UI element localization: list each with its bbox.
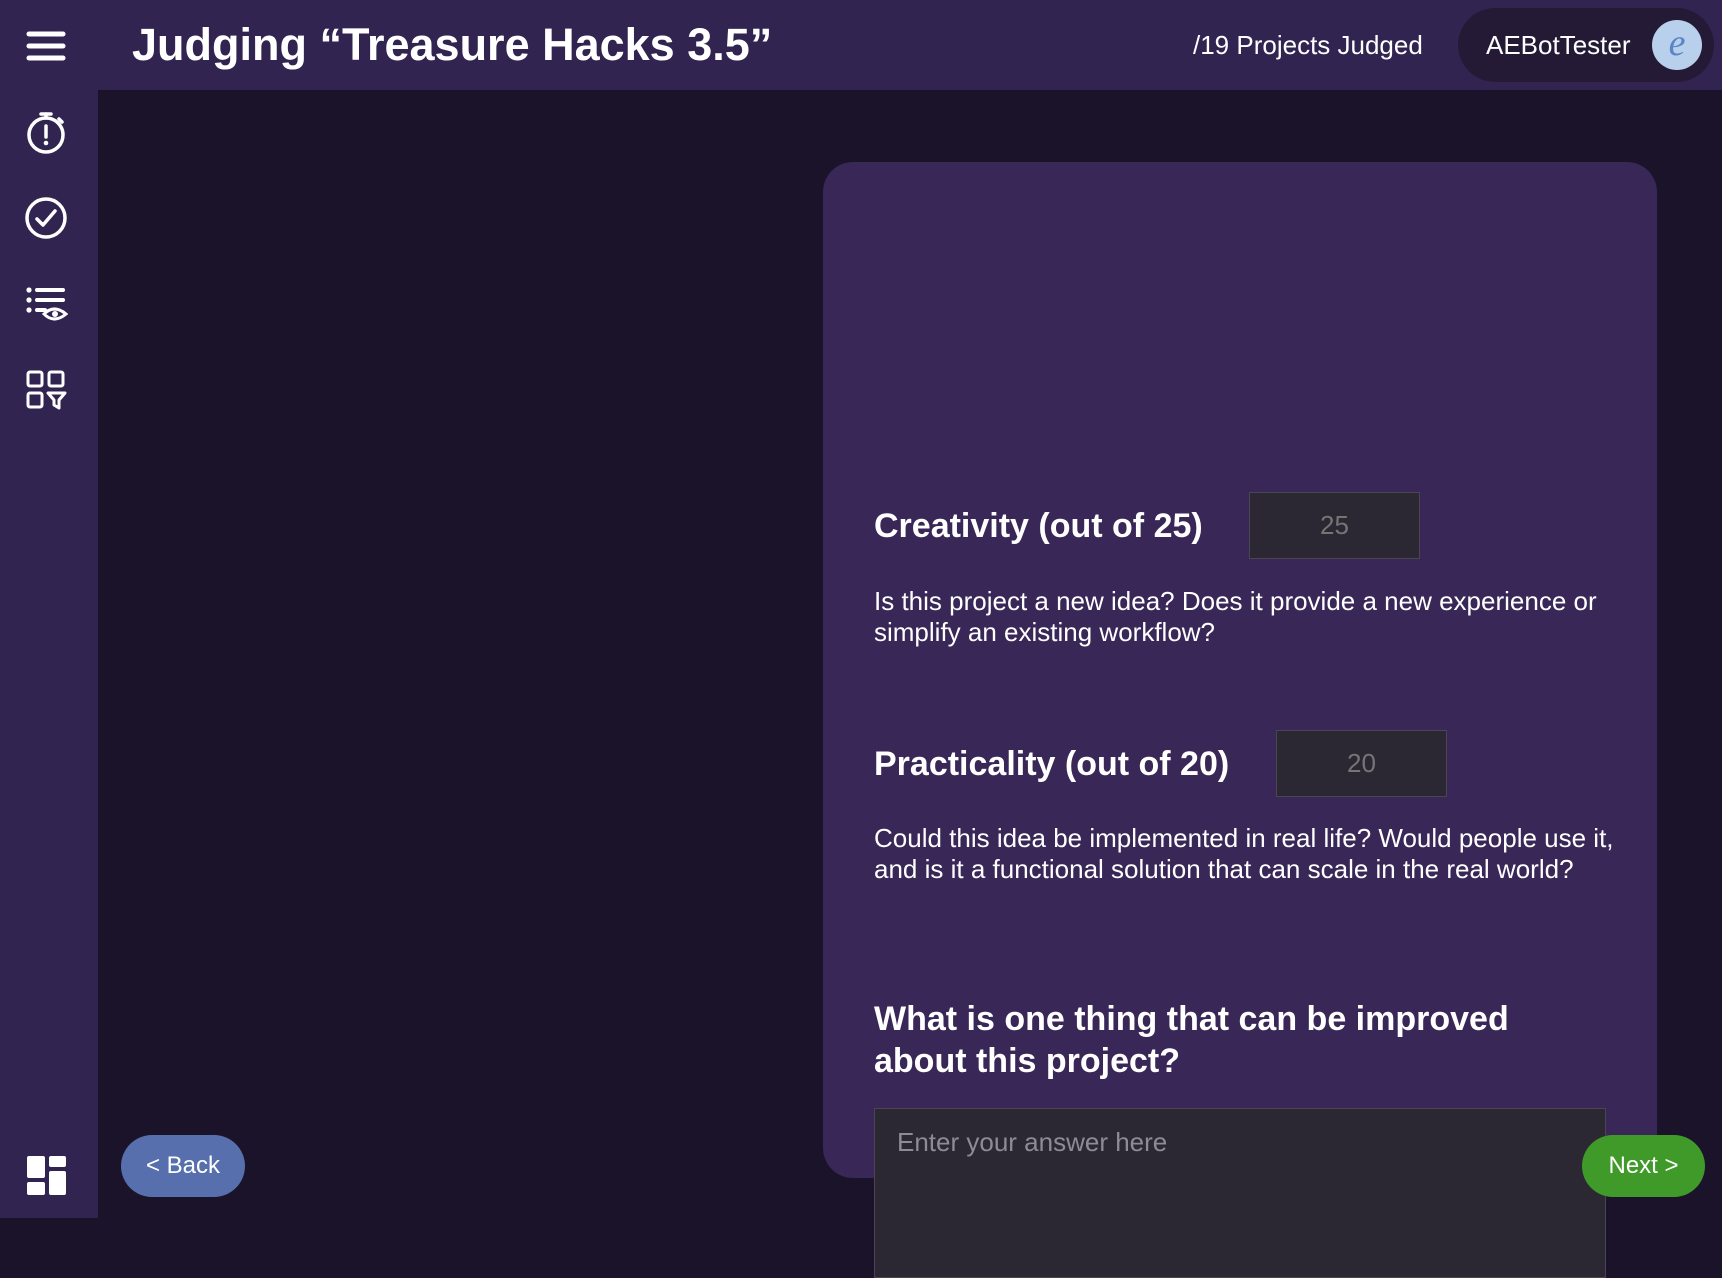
username: AEBotTester	[1486, 30, 1631, 60]
judging-form-card: Creativity (out of 25) Is this project a…	[823, 162, 1657, 1278]
improvement-answer-textarea[interactable]	[874, 1108, 1606, 1278]
avatar: e	[1652, 20, 1702, 70]
practicality-description: Could this idea be implemented in real l…	[874, 823, 1614, 884]
improvement-question: What is one thing that can be improved a…	[874, 1000, 1509, 1080]
practicality-score-input[interactable]	[1276, 730, 1447, 797]
user-menu[interactable]: AEBotTester e	[1458, 8, 1714, 82]
practicality-label: Practicality (out of 20)	[874, 745, 1230, 783]
check-circle-icon[interactable]	[24, 196, 68, 240]
creativity-score-input[interactable]	[1249, 492, 1420, 559]
sidebar	[0, 0, 98, 1218]
back-button[interactable]: < Back	[121, 1135, 245, 1197]
creativity-label: Creativity (out of 25)	[874, 507, 1203, 545]
menu-icon[interactable]	[24, 24, 68, 68]
grid-filter-icon[interactable]	[24, 368, 68, 412]
stopwatch-alert-icon[interactable]	[24, 110, 68, 154]
creativity-description: Is this project a new idea? Does it prov…	[874, 586, 1597, 647]
list-eye-icon[interactable]	[24, 282, 68, 326]
top-bar: Judging “Treasure Hacks 3.5” /19 Project…	[98, 0, 1722, 90]
next-button[interactable]: Next >	[1582, 1135, 1705, 1197]
page-title: Judging “Treasure Hacks 3.5”	[132, 19, 773, 70]
dashboard-icon[interactable]	[24, 1153, 68, 1197]
